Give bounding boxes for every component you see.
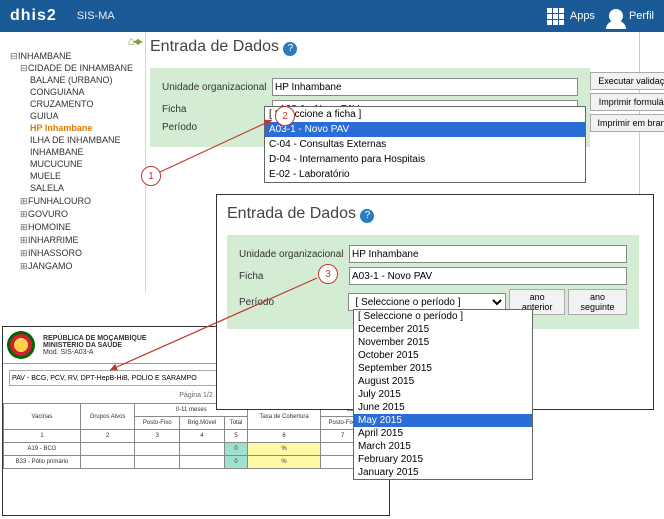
tree-node[interactable]: BALANE (URBANO) — [30, 74, 145, 86]
dropdown-option[interactable]: July 2015 — [354, 388, 532, 401]
dropdown-option[interactable]: E-02 - Laboratório — [265, 167, 585, 182]
tree-node[interactable]: ⊞INHARRIME — [20, 234, 145, 247]
tree-toolbar-icons[interactable]: ⌂◂▸ — [0, 32, 145, 50]
dropdown-option[interactable]: September 2015 — [354, 362, 532, 375]
tree-node-root[interactable]: ⊟INHAMBANE ⊟CIDADE DE INHAMBANE BALANE (… — [10, 50, 145, 274]
step-marker-3: 3 — [318, 264, 338, 284]
table-row: A19 - BCG0% — [4, 443, 389, 456]
apps-label: Apps — [570, 10, 595, 22]
dataset-field[interactable] — [349, 267, 627, 285]
profile-menu[interactable]: Perfil — [609, 9, 654, 23]
tree-node[interactable]: GUIUA — [30, 110, 145, 122]
dataentry-form: Unidade organizacional Ficha Período [ S… — [227, 235, 639, 329]
period-label: Período — [162, 122, 272, 133]
page-title: Entrada de Dados ? — [227, 205, 643, 223]
orgunit-field[interactable] — [349, 245, 627, 263]
help-icon[interactable]: ? — [283, 42, 297, 56]
tree-node[interactable]: ⊞FUNHALOURO — [20, 195, 145, 208]
dropdown-option[interactable]: December 2015 — [354, 323, 532, 336]
step-marker-1: 1 — [141, 166, 161, 186]
period-label: Período — [239, 297, 348, 308]
orgunit-field[interactable] — [272, 78, 578, 96]
orgunit-label: Unidade organizacional — [239, 249, 349, 260]
page-title: Entrada de Dados ? — [150, 38, 639, 56]
tree-node[interactable]: ⊞JANGAMO — [20, 260, 145, 273]
dropdown-option[interactable]: February 2015 — [354, 453, 532, 466]
dropdown-option-selected[interactable]: A03-1 - Novo PAV — [265, 122, 585, 137]
tree-node[interactable]: MUCUCUNE — [30, 158, 145, 170]
tree-node[interactable]: ⊞HOMOINE — [20, 221, 145, 234]
topbar: dhis2 SIS-MA Apps Perfil — [0, 0, 664, 32]
col-header: Vacinas — [4, 404, 81, 430]
apps-menu[interactable]: Apps — [547, 8, 595, 25]
dropdown-option[interactable]: January 2015 — [354, 466, 532, 479]
dropdown-option[interactable]: June 2015 — [354, 401, 532, 414]
tree-node[interactable]: SALELA — [30, 182, 145, 194]
orgunit-label: Unidade organizacional — [162, 82, 272, 93]
table-row: 12345678 — [4, 430, 389, 443]
period-dropdown[interactable]: [ Seleccione o período ] December 2015 N… — [353, 309, 533, 480]
brand-subtitle: SIS-MA — [77, 10, 115, 22]
col-header: Brig.Móvel — [180, 417, 224, 430]
report-model: Mod. SIS-A03-A — [43, 349, 147, 356]
help-icon[interactable]: ? — [360, 209, 374, 223]
brand-logo: dhis2 — [10, 7, 57, 25]
dataset-dropdown[interactable]: [ Seleccione a ficha ] A03-1 - Novo PAV … — [264, 106, 586, 183]
dropdown-option[interactable]: [ Seleccione o período ] — [354, 310, 532, 323]
validate-button[interactable]: Executar validação — [590, 72, 664, 90]
national-emblem-icon — [7, 331, 35, 359]
tree-node[interactable]: CRUZAMENTO — [30, 98, 145, 110]
report-ministry: MINISTÉRIO DA SAÚDE — [43, 342, 147, 349]
orgunit-tree: ⌂◂▸ ⊟INHAMBANE ⊟CIDADE DE INHAMBANE BALA… — [0, 32, 146, 292]
tree-node[interactable]: ⊞GOVURO — [20, 208, 145, 221]
dropdown-option[interactable]: October 2015 — [354, 349, 532, 362]
dropdown-option[interactable]: April 2015 — [354, 427, 532, 440]
col-header: Grupos Alvos — [80, 404, 134, 430]
dataentry-form: Unidade organizacional Ficha A03-1 - Nov… — [150, 68, 590, 147]
dropdown-option-selected[interactable]: May 2015 — [354, 414, 532, 427]
dropdown-option[interactable]: March 2015 — [354, 440, 532, 453]
dropdown-option[interactable]: D-04 - Internamento para Hospitais — [265, 152, 585, 167]
tree-node[interactable]: ⊞INHASSORO — [20, 247, 145, 260]
tree-node[interactable]: ILHA DE INHAMBANE — [30, 134, 145, 146]
table-row: B33 - Pólio primário0% — [4, 456, 389, 469]
dataset-label: Ficha — [162, 104, 272, 115]
step-marker-2: 2 — [275, 106, 295, 126]
next-year-button[interactable]: ano seguinte — [568, 289, 627, 315]
dropdown-option[interactable]: [ Seleccione a ficha ] — [265, 107, 585, 122]
apps-icon — [547, 8, 564, 25]
report-table: Vacinas Grupos Alvos 0-11 meses Taxa de … — [3, 403, 389, 469]
report-title-input[interactable] — [9, 370, 249, 386]
dropdown-option[interactable]: C-04 - Consultas Externas — [265, 137, 585, 152]
report-country: REPÚBLICA DE MOÇAMBIQUE — [43, 335, 147, 342]
tree-node[interactable]: INHAMBANE — [30, 146, 145, 158]
tree-node[interactable]: CONGUIANA — [30, 86, 145, 98]
profile-label: Perfil — [629, 10, 654, 22]
profile-icon — [609, 9, 623, 23]
print-form-button[interactable]: Imprimir formulário — [590, 93, 664, 111]
tree-node[interactable]: ⊟CIDADE DE INHAMBANE BALANE (URBANO) CON… — [20, 62, 145, 195]
tree-node[interactable]: MUELE — [30, 170, 145, 182]
col-header: Posto-Fixo — [135, 417, 180, 430]
tree-node-selected[interactable]: HP Inhambane — [30, 122, 145, 134]
print-blank-button[interactable]: Imprimir em branco — [590, 114, 664, 132]
dropdown-option[interactable]: August 2015 — [354, 375, 532, 388]
dropdown-option[interactable]: November 2015 — [354, 336, 532, 349]
panel-step2: Entrada de Dados ? Unidade organizaciona… — [216, 194, 654, 410]
col-header: Total — [224, 417, 248, 430]
